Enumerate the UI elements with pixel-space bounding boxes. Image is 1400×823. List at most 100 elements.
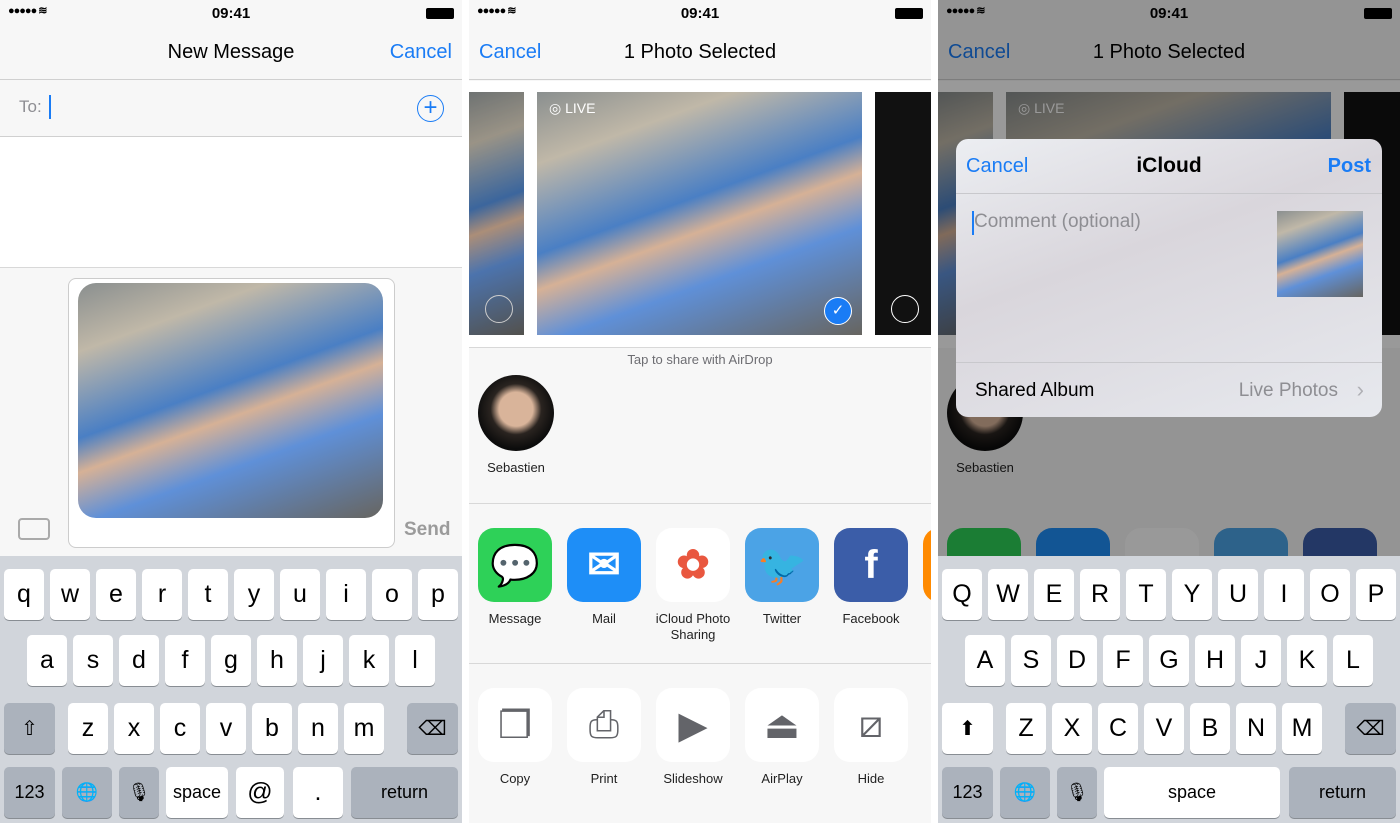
key-a[interactable]: A [965,635,1005,686]
key-j[interactable]: j [303,635,343,686]
key-n[interactable]: n [298,703,338,754]
key-r[interactable]: R [1080,569,1120,620]
camera-icon[interactable] [18,518,50,540]
post-button[interactable]: Post [1328,155,1371,178]
message-input[interactable] [68,278,395,548]
to-field[interactable]: To: + [0,81,462,137]
globe-icon[interactable]: 🌐 [1000,767,1050,818]
key-x[interactable]: x [114,703,154,754]
key-u[interactable]: U [1218,569,1258,620]
key-y[interactable]: y [234,569,274,620]
print-icon[interactable]: ⎙ [567,688,641,762]
key-z[interactable]: Z [1006,703,1046,754]
delete-key[interactable]: ⌫ [407,703,458,754]
key-o[interactable]: O [1310,569,1350,620]
attached-photo[interactable] [78,283,383,518]
airdrop-contact-avatar[interactable] [478,375,554,451]
app-twitter-icon[interactable]: 🐦 [745,528,819,602]
delete-key[interactable]: ⌫ [1345,703,1396,754]
key-w[interactable]: W [988,569,1028,620]
key-d[interactable]: D [1057,635,1097,686]
copy-icon[interactable]: ❐ [478,688,552,762]
key-g[interactable]: g [211,635,251,686]
cancel-button[interactable]: Cancel [390,41,452,64]
key-z[interactable]: z [68,703,108,754]
key-g[interactable]: G [1149,635,1189,686]
checkmark-icon[interactable]: ✓ [824,297,852,325]
key-w[interactable]: w [50,569,90,620]
key-p[interactable]: p [418,569,458,620]
key-b[interactable]: B [1190,703,1230,754]
key-t[interactable]: t [188,569,228,620]
key-v[interactable]: v [206,703,246,754]
send-button[interactable]: Send [404,519,450,541]
key-a[interactable]: a [27,635,67,686]
key-m[interactable]: M [1282,703,1322,754]
key-p[interactable]: P [1356,569,1396,620]
app-label: Mail [592,611,616,626]
app-message-icon[interactable]: 💬 [478,528,552,602]
key-d[interactable]: d [119,635,159,686]
key-i[interactable]: i [326,569,366,620]
key-i[interactable]: I [1264,569,1304,620]
select-circle-icon[interactable] [485,295,513,323]
key-o[interactable]: o [372,569,412,620]
key-q[interactable]: Q [942,569,982,620]
key-c[interactable]: C [1098,703,1138,754]
at-key[interactable]: @ [236,767,284,818]
app-sa-icon[interactable] [923,528,931,602]
app-icloud-photo-sharing-icon[interactable]: ✿ [656,528,730,602]
key-v[interactable]: V [1144,703,1184,754]
key-e[interactable]: E [1034,569,1074,620]
key-l[interactable]: L [1333,635,1373,686]
key-e[interactable]: e [96,569,136,620]
globe-icon[interactable]: 🌐 [62,767,112,818]
key-m[interactable]: m [344,703,384,754]
shift-key[interactable]: ⇧ [4,703,55,754]
photo-thumbnail[interactable] [469,92,524,335]
app-label: iCloud Photo Sharing [655,611,731,642]
space-key[interactable]: space [1104,767,1280,818]
key-s[interactable]: s [73,635,113,686]
key-t[interactable]: T [1126,569,1166,620]
key-k[interactable]: K [1287,635,1327,686]
return-key[interactable]: return [1289,767,1396,818]
add-contact-icon[interactable]: + [417,95,444,122]
shift-key[interactable]: ⬆ [942,703,993,754]
space-key[interactable]: space [166,767,228,818]
airdrop-contact-name[interactable]: Sebastien [469,460,563,475]
key-f[interactable]: f [165,635,205,686]
photo-thumbnail[interactable] [875,92,931,335]
return-key[interactable]: return [351,767,458,818]
key-f[interactable]: F [1103,635,1143,686]
nav-bar: Cancel 1 Photo Selected [469,28,931,80]
key-n[interactable]: N [1236,703,1276,754]
key-l[interactable]: l [395,635,435,686]
photo-thumbnail-selected[interactable]: ◎ LIVE ✓ [537,92,862,335]
key-k[interactable]: k [349,635,389,686]
key-u[interactable]: u [280,569,320,620]
key-x[interactable]: X [1052,703,1092,754]
play-icon[interactable]: ▶ [656,688,730,762]
select-circle-icon[interactable] [891,295,919,323]
numbers-key[interactable]: 123 [4,767,55,818]
microphone-icon[interactable]: 🎙 [1057,767,1097,818]
app-mail-icon[interactable]: ✉ [567,528,641,602]
shared-album-row[interactable]: Shared Album Live Photos › [956,362,1382,417]
key-y[interactable]: Y [1172,569,1212,620]
microphone-icon[interactable]: 🎙 [119,767,159,818]
key-j[interactable]: J [1241,635,1281,686]
key-c[interactable]: c [160,703,200,754]
airplay-icon[interactable]: ⏏ [745,688,819,762]
key-b[interactable]: b [252,703,292,754]
key-h[interactable]: H [1195,635,1235,686]
numbers-key[interactable]: 123 [942,767,993,818]
key-q[interactable]: q [4,569,44,620]
key-s[interactable]: S [1011,635,1051,686]
comment-input[interactable]: Comment (optional) [972,209,1262,359]
period-key[interactable]: . [293,767,343,818]
key-h[interactable]: h [257,635,297,686]
hide-icon[interactable]: ⧄ [834,688,908,762]
app-facebook-icon[interactable]: f [834,528,908,602]
key-r[interactable]: r [142,569,182,620]
